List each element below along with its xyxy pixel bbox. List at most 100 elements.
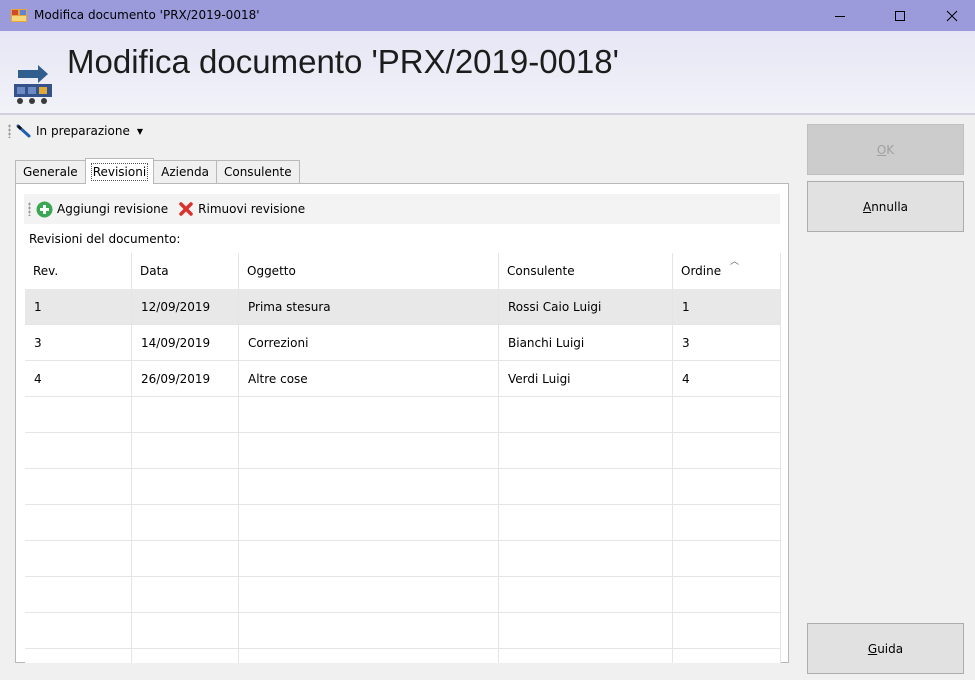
minimize-button[interactable]	[817, 0, 863, 31]
cell-ordine: 3	[673, 325, 781, 360]
cell-data: 14/09/2019	[132, 325, 239, 360]
grid-body: 1 12/09/2019 Prima stesura Rossi Caio Lu…	[25, 289, 781, 663]
chevron-down-icon: ▼	[136, 126, 144, 136]
empty-cell	[25, 649, 132, 663]
empty-row	[25, 577, 781, 613]
column-header-oggetto[interactable]: Oggetto	[239, 253, 499, 289]
empty-cell	[239, 613, 499, 648]
cancel-button-label: Annulla	[862, 199, 909, 214]
empty-row	[25, 541, 781, 577]
status-dropdown-button[interactable]: In preparazione ▼	[16, 123, 143, 139]
page-title: Modifica documento 'PRX/2019-0018'	[67, 43, 619, 80]
empty-cell	[239, 649, 499, 663]
table-row[interactable]: 4 26/09/2019 Altre cose Verdi Luigi 4	[25, 361, 781, 397]
tab-label: Azienda	[161, 165, 209, 179]
tab-label: Generale	[23, 165, 78, 179]
empty-cell	[132, 649, 239, 663]
table-row[interactable]: 3 14/09/2019 Correzioni Bianchi Luigi 3	[25, 325, 781, 361]
cell-ordine: 1	[673, 289, 781, 324]
cell-oggetto: Altre cose	[239, 361, 499, 396]
cancel-button[interactable]: Annulla	[807, 181, 964, 232]
header-divider	[0, 113, 975, 115]
empty-cell	[239, 505, 499, 540]
cell-rev: 3	[25, 325, 132, 360]
column-header-rev[interactable]: Rev.	[25, 253, 132, 289]
cell-oggetto: Prima stesura	[239, 289, 499, 324]
empty-cell	[673, 613, 781, 648]
empty-cell	[499, 505, 673, 540]
maximize-button[interactable]	[877, 0, 923, 31]
window-title: Modifica documento 'PRX/2019-0018'	[34, 8, 260, 22]
empty-row	[25, 613, 781, 649]
remove-revision-button[interactable]: Rimuovi revisione	[178, 201, 305, 217]
empty-cell	[673, 541, 781, 576]
empty-cell	[673, 433, 781, 468]
cell-consulente: Verdi Luigi	[499, 361, 673, 396]
tab-generale[interactable]: Generale	[15, 160, 86, 183]
empty-cell	[239, 577, 499, 612]
column-header-label: Ordine	[681, 264, 722, 278]
cell-consulente: Bianchi Luigi	[499, 325, 673, 360]
help-button[interactable]: Guida	[807, 623, 964, 674]
empty-cell	[673, 469, 781, 504]
title-bar: Modifica documento 'PRX/2019-0018'	[0, 0, 975, 31]
empty-cell	[499, 397, 673, 432]
empty-cell	[25, 505, 132, 540]
add-revision-label: Aggiungi revisione	[57, 202, 169, 216]
empty-cell	[239, 397, 499, 432]
cell-rev: 1	[25, 289, 132, 324]
tab-strip: Generale Revisioni Azienda Consulente	[15, 158, 300, 184]
empty-cell	[673, 397, 781, 432]
empty-cell	[499, 469, 673, 504]
cell-ordine: 4	[673, 361, 781, 396]
delete-x-icon	[179, 202, 193, 216]
tab-consulente[interactable]: Consulente	[215, 160, 300, 183]
status-toolstrip: In preparazione ▼	[8, 121, 143, 141]
revisions-grid[interactable]: Rev. Data Oggetto Consulente Ordine ︿ 1 …	[25, 253, 781, 663]
column-header-ordine[interactable]: Ordine ︿	[673, 253, 781, 289]
empty-row	[25, 397, 781, 433]
empty-cell	[132, 577, 239, 612]
empty-cell	[673, 577, 781, 612]
ok-button[interactable]: OK	[807, 124, 964, 175]
revisions-caption: Revisioni del documento:	[29, 232, 181, 246]
tab-revisioni[interactable]: Revisioni	[84, 158, 155, 184]
tab-label: Consulente	[223, 165, 292, 179]
cell-data: 12/09/2019	[132, 289, 239, 324]
empty-cell	[499, 649, 673, 663]
empty-cell	[25, 469, 132, 504]
empty-cell	[132, 469, 239, 504]
empty-cell	[239, 541, 499, 576]
empty-row	[25, 433, 781, 469]
close-button[interactable]	[929, 0, 975, 31]
cell-consulente: Rossi Caio Luigi	[499, 289, 673, 324]
empty-cell	[673, 505, 781, 540]
cell-data: 26/09/2019	[132, 361, 239, 396]
tab-azienda[interactable]: Azienda	[153, 160, 217, 183]
remove-revision-label: Rimuovi revisione	[198, 202, 306, 216]
empty-row	[25, 469, 781, 505]
table-row[interactable]: 1 12/09/2019 Prima stesura Rossi Caio Lu…	[25, 289, 781, 325]
column-header-consulente[interactable]: Consulente	[499, 253, 673, 289]
status-label: In preparazione	[36, 124, 130, 138]
ok-button-label: OK	[876, 142, 895, 157]
column-header-data[interactable]: Data	[132, 253, 239, 289]
empty-cell	[499, 613, 673, 648]
empty-cell	[25, 433, 132, 468]
empty-cell	[239, 433, 499, 468]
empty-cell	[132, 397, 239, 432]
grid-header: Rev. Data Oggetto Consulente Ordine ︿	[25, 253, 781, 289]
document-edit-icon	[14, 65, 52, 104]
empty-cell	[132, 433, 239, 468]
empty-row	[25, 505, 781, 541]
empty-cell	[25, 613, 132, 648]
empty-cell	[499, 433, 673, 468]
empty-cell	[499, 577, 673, 612]
close-icon	[946, 10, 958, 21]
empty-cell	[239, 469, 499, 504]
add-revision-button[interactable]: Aggiungi revisione	[36, 201, 168, 218]
cell-rev: 4	[25, 361, 132, 396]
minimize-icon	[835, 15, 845, 17]
cell-oggetto: Correzioni	[239, 325, 499, 360]
help-button-label: Guida	[867, 641, 904, 656]
